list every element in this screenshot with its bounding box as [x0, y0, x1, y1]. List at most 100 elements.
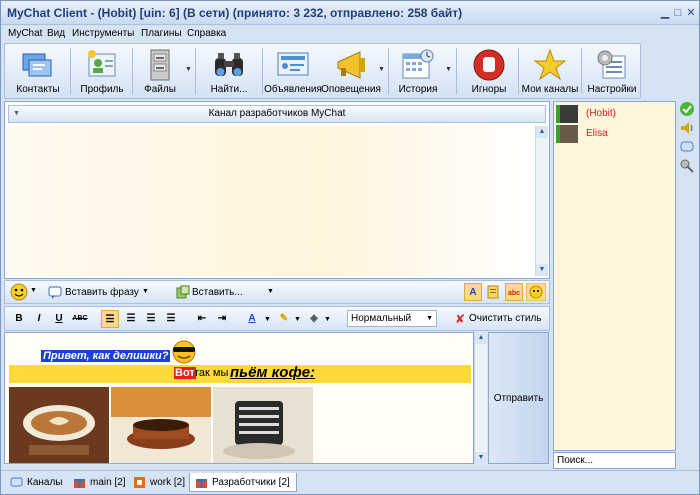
insert-dropdown-icon[interactable]: ▼ [267, 288, 274, 295]
files-button[interactable]: Файлы [135, 44, 185, 98]
gift-icon [196, 479, 207, 488]
font-style-icon: A [469, 287, 477, 298]
indent-icon: ⇥ [217, 313, 227, 324]
find-button[interactable]: Найти... [198, 44, 260, 98]
clear-style-button[interactable]: Очистить стиль [469, 313, 542, 324]
star-icon [533, 48, 567, 81]
sound-icon[interactable] [679, 120, 695, 136]
indent-decrease-button[interactable]: ⇤ [193, 310, 211, 328]
strike-button[interactable]: ABC [71, 310, 89, 328]
background-color-dropdown-icon[interactable]: ▼ [324, 316, 331, 323]
underline-button[interactable]: U [50, 310, 68, 328]
my-channels-button[interactable]: Мои каналы [520, 44, 580, 98]
align-left-button[interactable]: ☰ [101, 310, 119, 328]
bold-button[interactable]: B [10, 310, 28, 328]
contacts-icon [22, 53, 52, 77]
italic-button[interactable]: I [30, 310, 48, 328]
contacts-label: Контакты [16, 84, 60, 95]
style-select-value: Нормальный [351, 313, 412, 324]
announcements-icon [277, 52, 309, 76]
tab-main[interactable]: main [2] [68, 473, 132, 492]
message-icon[interactable] [679, 139, 695, 155]
style-select[interactable]: Нормальный ▼ [347, 310, 437, 327]
scroll-down-icon[interactable]: ▼ [475, 452, 487, 464]
menu-view[interactable]: Вид [47, 28, 65, 39]
history-button[interactable]: История [391, 44, 445, 98]
smiley-icon[interactable] [10, 283, 28, 301]
chat-scrollbar[interactable]: ▲ ▼ [535, 126, 548, 276]
find-label: Найти... [210, 84, 248, 95]
announcements-button[interactable]: Объявления [264, 44, 322, 98]
maximize-icon[interactable]: □ [671, 6, 685, 20]
note-icon[interactable] [486, 285, 500, 299]
menu-mychat[interactable]: MyChat [8, 28, 42, 39]
highlight-icon: ✎ [279, 313, 289, 324]
avatar [556, 125, 578, 143]
insert-icon [176, 285, 190, 299]
font-color-dropdown-icon[interactable]: ▼ [264, 316, 271, 323]
style-select-dropdown-icon[interactable]: ▼ [426, 311, 433, 326]
align-right-button[interactable]: ☰ [142, 310, 160, 328]
channels-icon [10, 477, 23, 487]
profile-button[interactable]: Профиль [73, 44, 131, 98]
indent-increase-button[interactable]: ⇥ [213, 310, 231, 328]
outdent-icon: ⇤ [197, 313, 207, 324]
channel-header[interactable]: ▼ Канал разработчиков MyChat [8, 105, 546, 123]
menu-help[interactable]: Справка [187, 28, 226, 39]
coffee-text: пьём кофе: [230, 364, 316, 381]
user-item[interactable]: Elisa [556, 125, 674, 143]
chat-messages-area[interactable] [6, 126, 536, 276]
highlight-dropdown-icon[interactable]: ▼ [294, 316, 301, 323]
message-input[interactable]: Привет, как делишки? Вот так мы пьём коф… [4, 332, 474, 464]
ignore-button[interactable]: Игноры [460, 44, 518, 98]
tab-work[interactable]: work [2] [128, 473, 191, 492]
user-name: (Hobit) [586, 108, 617, 119]
send-button[interactable]: Отправить [488, 332, 549, 464]
greeting-text: Привет, как делишки? [41, 350, 171, 362]
notifications-button[interactable]: Оповещения [321, 44, 381, 98]
history-dropdown-icon[interactable]: ▼ [445, 66, 452, 73]
insert-phrase-button[interactable]: Вставить фразу [65, 287, 139, 298]
minimize-icon[interactable]: ▁ [658, 6, 672, 20]
menu-bar: MyChat Вид Инструменты Плагины Справка [1, 26, 699, 43]
menu-plugins[interactable]: Плагины [141, 28, 182, 39]
insert-phrase-dropdown-icon[interactable]: ▼ [142, 288, 149, 295]
text-color-toggle[interactable]: A [464, 283, 482, 301]
settings-button[interactable]: Настройки [583, 44, 641, 98]
scroll-down-icon[interactable]: ▼ [536, 264, 548, 276]
title-bar: MyChat Client - (Hobit) [uin: 6] (В сети… [1, 1, 699, 25]
notifications-label: Оповещения [321, 84, 381, 95]
contacts-button[interactable]: Контакты [7, 44, 69, 98]
insert-button[interactable]: Вставить... [192, 287, 243, 298]
announcements-label: Объявления [264, 84, 322, 95]
align-center-icon: ☰ [126, 313, 136, 324]
scroll-up-icon[interactable]: ▲ [536, 126, 548, 138]
gift-icon [74, 479, 85, 488]
emoticons-icon[interactable] [526, 283, 546, 301]
user-item[interactable]: (Hobit) [556, 105, 674, 123]
background-color-button[interactable]: ◈ [305, 310, 323, 328]
tools-icon[interactable] [679, 158, 695, 174]
user-search-input[interactable]: Поиск... [553, 452, 676, 469]
menu-tools[interactable]: Инструменты [72, 28, 134, 39]
notifications-dropdown-icon[interactable]: ▼ [378, 66, 385, 73]
channel-title: Канал разработчиков MyChat [208, 108, 346, 119]
ignore-label: Игноры [471, 84, 507, 95]
tab-channels[interactable]: Каналы [5, 473, 69, 492]
smiley-dropdown-icon[interactable]: ▼ [30, 287, 37, 294]
ignore-icon [473, 49, 505, 81]
scroll-up-icon[interactable]: ▲ [475, 332, 487, 344]
chat-pane: ▼ Канал разработчиков MyChat ▲ ▼ [4, 101, 550, 279]
toolbar-divider [70, 48, 71, 94]
files-dropdown-icon[interactable]: ▼ [185, 66, 192, 73]
highlight-button[interactable]: ✎ [275, 310, 293, 328]
justify-button[interactable]: ☰ [162, 310, 180, 328]
status-online-icon[interactable] [679, 101, 695, 117]
spellcheck-toggle[interactable]: abc [505, 283, 523, 301]
close-icon[interactable]: ✕ [684, 6, 698, 20]
channel-dropdown-icon[interactable]: ▼ [13, 106, 20, 122]
input-scrollbar[interactable]: ▲ ▼ [474, 332, 487, 464]
align-center-button[interactable]: ☰ [122, 310, 140, 328]
tab-developers[interactable]: Разработчики [2] [189, 473, 297, 492]
font-color-button[interactable]: A [243, 310, 261, 328]
